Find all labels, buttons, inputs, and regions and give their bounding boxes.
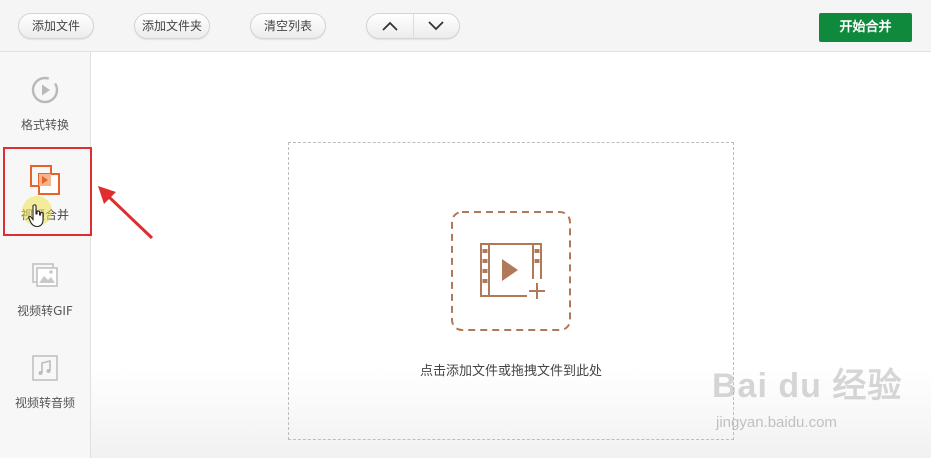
reorder-group	[366, 13, 460, 39]
sidebar-item-label: 视频转音频	[14, 396, 75, 410]
sidebar-item-format-convert[interactable]: 格式转换	[0, 58, 90, 148]
drop-hint-text: 点击添加文件或拖拽文件到此处	[419, 364, 602, 379]
sidebar-item-label: 视频合并	[20, 208, 69, 222]
merge-video-icon	[30, 165, 60, 195]
chevron-down-icon	[428, 21, 444, 31]
chevron-up-icon	[382, 21, 398, 31]
add-folder-button[interactable]: 添加文件夹	[134, 13, 210, 39]
image-icon	[32, 263, 58, 287]
sidebar-item-video-to-gif[interactable]: 视频转GIF	[0, 244, 90, 334]
toolbar: 添加文件 添加文件夹 清空列表 开始合并	[0, 0, 931, 52]
move-down-button[interactable]	[412, 14, 460, 38]
add-file-button[interactable]: 添加文件	[18, 13, 94, 39]
music-note-icon	[32, 355, 58, 381]
sidebar-item-label: 格式转换	[20, 118, 69, 132]
start-merge-button[interactable]: 开始合并	[819, 13, 912, 42]
sidebar-item-video-merge[interactable]: 视频合并	[0, 148, 90, 238]
move-up-button[interactable]	[367, 14, 413, 38]
add-video-icon[interactable]	[451, 211, 571, 331]
play-circle-icon	[31, 76, 59, 104]
clear-list-button[interactable]: 清空列表	[250, 13, 326, 39]
sidebar-item-label: 视频转GIF	[17, 304, 73, 318]
sidebar: 格式转换 视频合并 视频转GIF 视频转音频	[0, 52, 91, 458]
sidebar-item-video-to-audio[interactable]: 视频转音频	[0, 336, 90, 426]
